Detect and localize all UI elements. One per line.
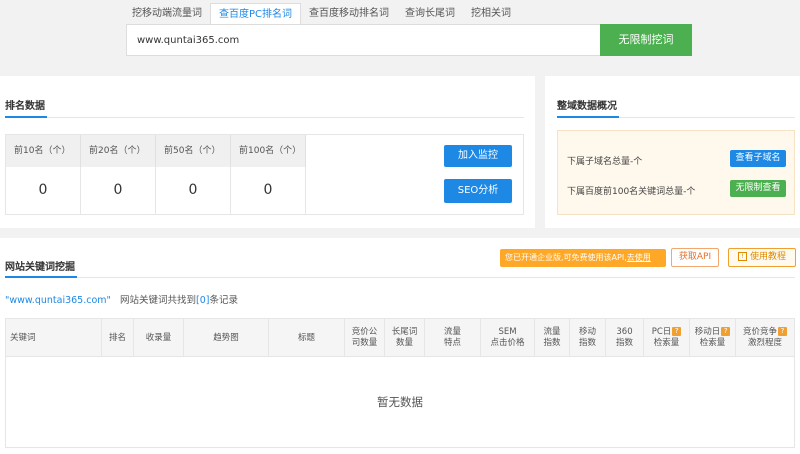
- promo-use-link[interactable]: 去使用: [627, 253, 651, 262]
- domain-search-input[interactable]: [126, 24, 600, 56]
- rank-value-top10: 0: [6, 167, 81, 214]
- col-keyword-label: 关键词: [10, 332, 36, 343]
- col-traffic-index-label: 流量 指数: [543, 327, 561, 348]
- col-rank[interactable]: 排名: [102, 319, 134, 357]
- col-title[interactable]: 标题: [269, 319, 345, 357]
- keyword-table: 关键词 排名 收录量 趋势图 标题 竞价公 司数量 长尾词 数量 流量 特点 SEM 点…: [5, 318, 795, 448]
- rank-value-top20: 0: [81, 167, 156, 214]
- col-sem-price[interactable]: SEM 点击价格: [481, 319, 535, 357]
- col-longtail-count-label: 长尾词 数量: [391, 327, 418, 348]
- col-bid-companies[interactable]: 竞价公 司数量: [345, 319, 385, 357]
- col-traffic-feature[interactable]: 流量 特点: [425, 319, 481, 357]
- divider: [5, 277, 795, 278]
- view-subdomains-button[interactable]: 查看子域名: [730, 150, 786, 167]
- rank-value-top50: 0: [156, 167, 231, 214]
- title-underline: [557, 116, 619, 118]
- col-mobile-index[interactable]: 移动 指数: [570, 319, 606, 357]
- col-longtail-count[interactable]: 长尾词 数量: [385, 319, 425, 357]
- rank-header-top10: 前10名（个）: [6, 135, 81, 167]
- keyword-panel-title: 网站关键词挖掘: [5, 262, 75, 273]
- tutorial-icon: !: [737, 252, 747, 261]
- col-traffic-feature-label: 流量 特点: [443, 327, 461, 348]
- title-underline: [5, 276, 77, 278]
- tab-baidu-mobile-rank-words[interactable]: 查百度移动排名词: [301, 3, 397, 25]
- help-icon[interactable]: ?: [721, 327, 731, 336]
- overview-box: 下属子域名总量-个 查看子域名 下属百度前100名关键词总量-个 无限制查看: [557, 130, 795, 215]
- summary-domain-link[interactable]: "www.quntai365.com": [5, 295, 111, 306]
- help-icon[interactable]: ?: [778, 327, 787, 336]
- top-tabs: 挖移动端流量词 查百度PC排名词 查百度移动排名词 查询长尾词 挖相关词: [124, 3, 519, 25]
- search-bar: 无限制挖词: [126, 24, 692, 56]
- tutorial-label: 使用教程: [749, 252, 786, 262]
- tab-mobile-traffic-words[interactable]: 挖移动端流量词: [124, 3, 210, 25]
- overview-panel-title: 整域数据概况: [557, 101, 617, 112]
- rank-header-top50: 前50名（个）: [156, 135, 231, 167]
- col-mobile-index-label: 移动 指数: [578, 327, 596, 348]
- divider: [5, 117, 524, 118]
- col-traffic-index[interactable]: 流量 指数: [535, 319, 570, 357]
- get-api-button[interactable]: 获取API: [671, 248, 719, 267]
- enterprise-api-promo: 您已开通企业版,可免费使用该API,去使用: [500, 249, 666, 267]
- col-title-label: 标题: [297, 332, 315, 343]
- col-bid-companies-label: 竞价公 司数量: [351, 327, 378, 348]
- tab-long-tail-words[interactable]: 查询长尾词: [397, 3, 463, 25]
- help-icon[interactable]: ?: [672, 327, 682, 336]
- keyword-summary: "www.quntai365.com" 网站关键词共找到[0]条记录: [5, 292, 238, 306]
- add-monitor-button[interactable]: 加入监控: [444, 145, 512, 167]
- promo-text: 您已开通企业版,可免费使用该API,: [505, 253, 627, 262]
- col-indexed[interactable]: 收录量: [134, 319, 184, 357]
- summary-prefix: 网站关键词共找到: [119, 295, 196, 306]
- col-indexed-label: 收录量: [145, 332, 172, 343]
- rank-table-values: 0 0 0 0: [6, 167, 306, 214]
- subdomain-count-text: 下属子域名总量-个: [567, 157, 643, 167]
- rank-value-top100: 0: [231, 167, 306, 214]
- col-trend[interactable]: 趋势图: [184, 319, 269, 357]
- col-bid-competition-label: 竞价竞争? 激烈程度: [743, 327, 787, 349]
- rank-table-header: 前10名（个） 前20名（个） 前50名（个） 前100名（个）: [6, 135, 306, 167]
- rank-header-top20: 前20名（个）: [81, 135, 156, 167]
- keyword-table-header: 关键词 排名 收录量 趋势图 标题 竞价公 司数量 长尾词 数量 流量 特点 SEM 点…: [6, 319, 794, 357]
- col-mobile-daily-search-label: 移动日? 检索量: [695, 327, 731, 349]
- col-mobile-daily-search[interactable]: 移动日? 检索量: [690, 319, 736, 357]
- unlimited-view-button[interactable]: 无限制查看: [730, 180, 786, 197]
- col-pc-daily-search-label: PC日? 检索量: [652, 327, 682, 349]
- col-trend-label: 趋势图: [213, 332, 239, 343]
- col-keyword[interactable]: 关键词: [6, 319, 102, 357]
- col-360-index-label: 360 指数: [615, 327, 633, 348]
- title-underline: [5, 116, 47, 118]
- rank-header-top100: 前100名（个）: [231, 135, 306, 167]
- top100-keyword-count-text: 下属百度前100名关键词总量-个: [567, 187, 696, 197]
- unlimited-mine-button[interactable]: 无限制挖词: [600, 24, 692, 56]
- col-sem-price-label: SEM 点击价格: [490, 327, 525, 348]
- empty-state: 暂无数据: [377, 395, 423, 409]
- rank-panel-title: 排名数据: [5, 101, 45, 112]
- col-pc-daily-search[interactable]: PC日? 检索量: [644, 319, 690, 357]
- tutorial-button[interactable]: ! 使用教程: [728, 248, 796, 267]
- summary-count: [0]: [195, 295, 210, 306]
- col-bid-competition[interactable]: 竞价竞争? 激烈程度: [736, 319, 794, 357]
- seo-analysis-button[interactable]: SEO分析: [444, 179, 512, 203]
- tab-baidu-pc-rank-words[interactable]: 查百度PC排名词: [210, 3, 302, 25]
- col-360-index[interactable]: 360 指数: [606, 319, 644, 357]
- summary-suffix: 条记录: [209, 295, 238, 306]
- col-rank-label: 排名: [108, 332, 126, 343]
- tab-related-words[interactable]: 挖相关词: [463, 3, 519, 25]
